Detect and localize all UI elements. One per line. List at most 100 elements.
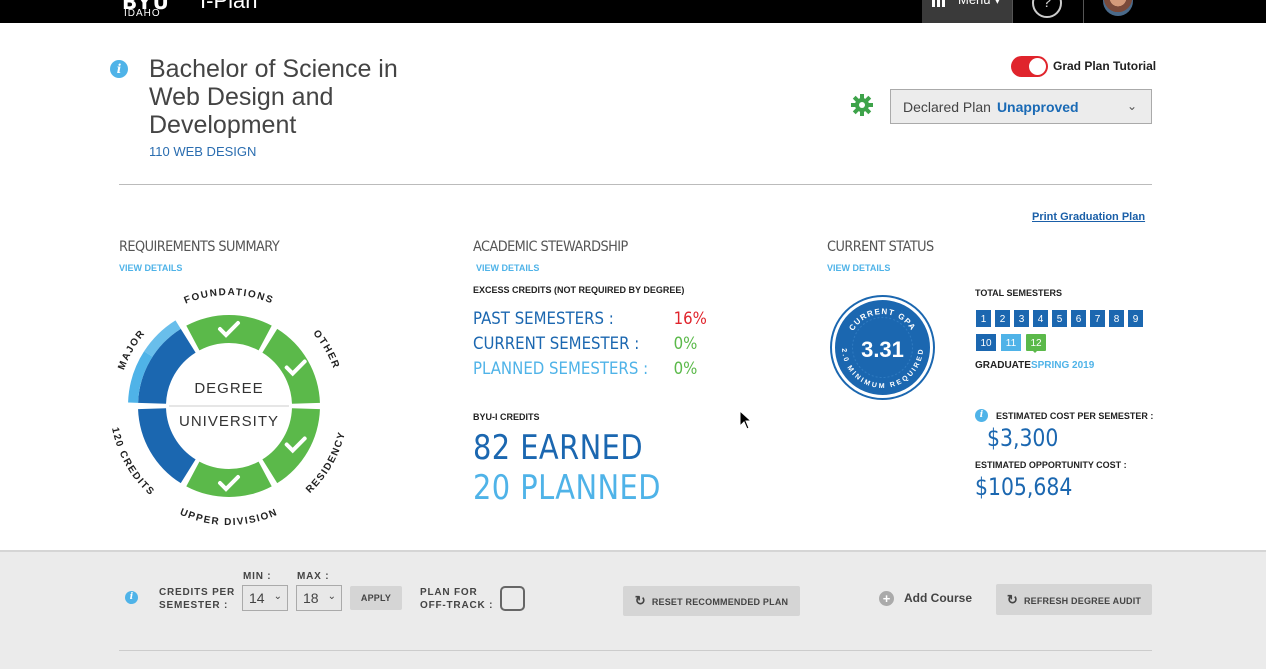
print-graduation-plan-link[interactable]: Print Graduation Plan [1032, 211, 1145, 223]
top-nav-bar: BYU IDAHO I-Plan Menu ▾ ? [0, 0, 1266, 23]
wheel-segment-foundations[interactable] [186, 315, 272, 351]
graduate-label: GRADUATESPRING 2019 [975, 360, 1094, 371]
svg-text:CURRENT GPA: CURRENT GPA [847, 307, 917, 333]
cost-per-semester-label: ESTIMATED COST PER SEMESTER : [996, 411, 1154, 421]
max-label: MAX : [297, 571, 330, 582]
add-course-button[interactable]: Add Course [904, 591, 972, 605]
byu-logo-sub: IDAHO [124, 8, 161, 19]
semester-11[interactable]: 11 [1000, 333, 1022, 352]
total-semesters-label: TOTAL SEMESTERS [975, 288, 1063, 298]
min-credits-value: 14 [249, 590, 265, 606]
semester-2[interactable]: 2 [994, 309, 1011, 328]
chevron-down-icon: ⌄ [273, 591, 282, 602]
off-track-checkbox[interactable] [500, 586, 525, 611]
divider [119, 184, 1152, 185]
wheel-label-upper-division: UPPER DIVISION [178, 507, 278, 528]
opportunity-cost-value: $105,684 [975, 473, 1073, 501]
credits-per-semester-label: CREDITS PER SEMESTER : [159, 586, 235, 612]
wheel-label-other: OTHER [311, 328, 340, 371]
degree-code-link[interactable]: 110 WEB DESIGN [149, 144, 256, 159]
planned-semesters-value: 0% [673, 359, 698, 379]
info-icon[interactable]: i [125, 591, 138, 604]
info-icon[interactable]: i [110, 60, 128, 78]
chevron-down-icon: ⌄ [327, 591, 336, 602]
gpa-badge: CURRENT GPA (2.0 MINIMUM REQUIRED) 3.31 [832, 297, 933, 398]
semester-12[interactable]: 12 [1025, 333, 1047, 353]
graduate-term: SPRING 2019 [1030, 360, 1095, 371]
divider [119, 650, 1152, 651]
app-name[interactable]: I-Plan [200, 0, 257, 14]
wheel-segment-other[interactable] [262, 328, 320, 404]
reset-recommended-plan-button[interactable]: ↻ RESET RECOMMENDED PLAN [623, 586, 800, 616]
svg-text:UPPER DIVISION: UPPER DIVISION [178, 507, 280, 528]
semester-5[interactable]: 5 [1051, 309, 1068, 328]
graduate-text: GRADUATE [975, 360, 1031, 371]
tutorial-label: Grad Plan Tutorial [1053, 59, 1157, 73]
wheel-center-university: UNIVERSITY [179, 413, 279, 430]
wheel-center-degree: DEGREE [194, 380, 263, 397]
mouse-cursor-icon [739, 410, 753, 430]
semester-9[interactable]: 9 [1127, 309, 1144, 328]
gpa-top-label: CURRENT GPA [847, 307, 916, 333]
chevron-down-icon: ⌄ [1126, 99, 1137, 113]
opportunity-cost-label: ESTIMATED OPPORTUNITY COST : [975, 460, 1127, 470]
reset-label: RESET RECOMMENDED PLAN [651, 597, 789, 607]
earned-credits: 82 EARNED [473, 428, 644, 468]
min-label: MIN : [243, 571, 272, 582]
off-track-line1: PLAN FOR [420, 587, 478, 598]
max-credits-select[interactable]: 18 ⌄ [296, 585, 342, 611]
refresh-icon: ↻ [1006, 592, 1018, 607]
off-track-line2: OFF-TRACK : [420, 600, 494, 611]
requirements-wheel: DEGREE UNIVERSITY FOUNDATIONSOTHERRESIDE… [109, 287, 346, 528]
excess-credits-label: EXCESS CREDITS (NOT REQUIRED BY DEGREE) [473, 285, 685, 295]
off-track-label: PLAN FOR OFF-TRACK : [420, 586, 493, 612]
status-view-details[interactable]: VIEW DETAILS [827, 263, 890, 273]
semester-7[interactable]: 7 [1089, 309, 1106, 328]
credits-label-line1: CREDITS PER [159, 587, 236, 598]
semester-1[interactable]: 1 [975, 309, 992, 328]
divider [1083, 0, 1084, 23]
menu-label: Menu ▾ [958, 0, 1001, 8]
wheel-segment-upper-division[interactable] [186, 461, 272, 497]
requirements-view-details[interactable]: VIEW DETAILS [119, 263, 182, 273]
current-status-title: CURRENT STATUS [827, 239, 934, 255]
gear-icon[interactable] [851, 94, 873, 116]
cost-per-semester-value: $3,300 [987, 424, 1059, 452]
svg-text:OTHER: OTHER [311, 328, 342, 371]
requirements-summary-title: REQUIREMENTS SUMMARY [119, 239, 280, 255]
info-icon[interactable]: i [975, 409, 988, 422]
plan-status: Unapproved [996, 99, 1079, 115]
min-credits-select[interactable]: 14 ⌄ [242, 585, 288, 611]
menu-button[interactable]: Menu ▾ [922, 0, 1012, 23]
semester-8[interactable]: 8 [1108, 309, 1125, 328]
past-semesters-value: 16% [673, 309, 707, 329]
semester-6[interactable]: 6 [1070, 309, 1087, 328]
tutorial-toggle[interactable] [1011, 56, 1048, 77]
plan-label: Declared Plan [903, 99, 991, 115]
planned-semesters-label: PLANNED SEMESTERS : [473, 359, 649, 379]
refresh-label: REFRESH DEGREE AUDIT [1023, 596, 1142, 606]
avatar[interactable] [1103, 0, 1133, 16]
page-title: Bachelor of Science in Web Design and De… [149, 55, 398, 139]
gpa-value: 3.31 [861, 337, 904, 362]
planned-credits: 20 PLANNED [473, 468, 661, 508]
svg-text:FOUNDATIONS: FOUNDATIONS [183, 287, 276, 307]
semester-10[interactable]: 10 [975, 333, 997, 352]
current-semester-label: CURRENT SEMESTER : [473, 334, 640, 354]
academic-stewardship-title: ACADEMIC STEWARDSHIP [473, 239, 628, 255]
credits-label-line2: SEMESTER : [159, 600, 229, 611]
refresh-icon: ↻ [634, 593, 646, 608]
divider [1012, 0, 1013, 23]
plus-icon[interactable]: + [879, 591, 894, 606]
declared-plan-select[interactable]: Declared Plan Unapproved ⌄ [890, 89, 1152, 124]
semester-3[interactable]: 3 [1013, 309, 1030, 328]
apply-button[interactable]: APPLY [350, 586, 402, 610]
semester-4[interactable]: 4 [1032, 309, 1049, 328]
help-icon[interactable]: ? [1032, 0, 1062, 18]
wheel-label-foundations: FOUNDATIONS [183, 287, 274, 307]
stewardship-view-details[interactable]: VIEW DETAILS [476, 263, 539, 273]
current-semester-value: 0% [673, 334, 698, 354]
grid-icon [932, 0, 946, 7]
max-credits-value: 18 [303, 590, 319, 606]
refresh-degree-audit-button[interactable]: ↻ REFRESH DEGREE AUDIT [996, 584, 1152, 615]
